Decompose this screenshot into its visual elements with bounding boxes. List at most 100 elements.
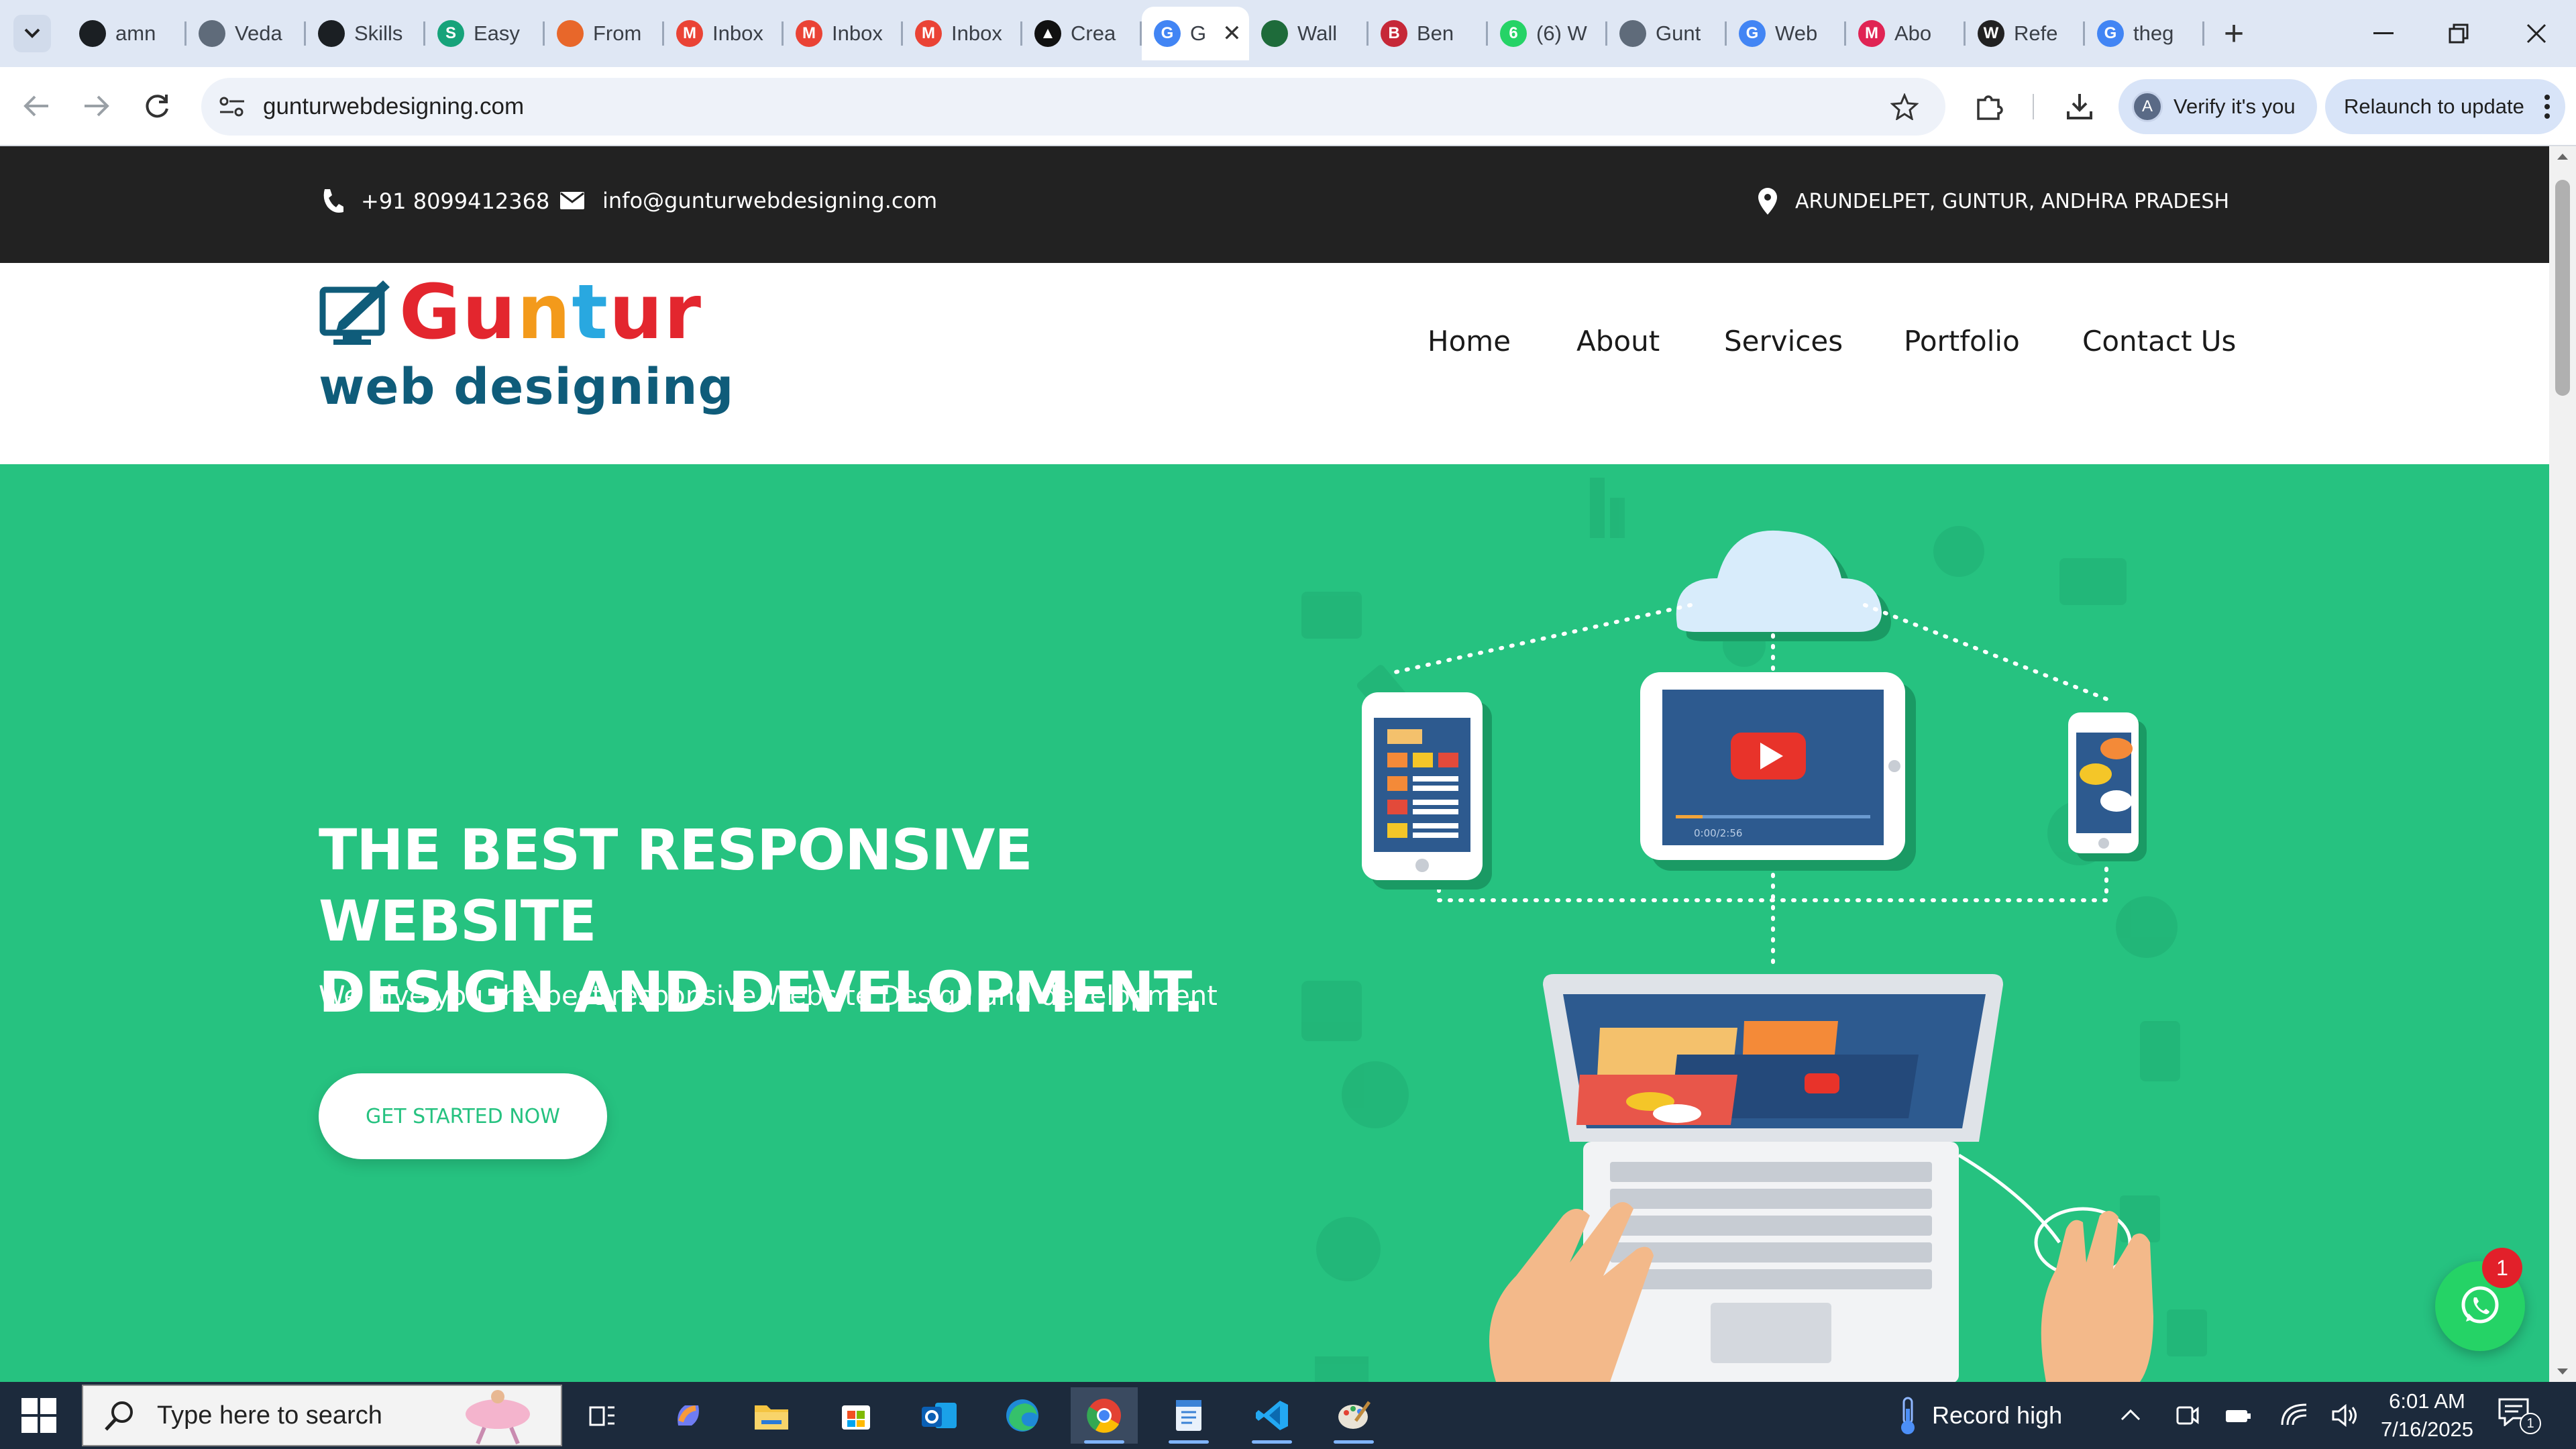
search-icon — [105, 1401, 133, 1431]
browser-tab[interactable]: From — [545, 7, 664, 60]
browser-tab[interactable]: M Abo — [1846, 7, 1966, 60]
nav-services[interactable]: Services — [1724, 325, 1843, 358]
copilot-app[interactable] — [655, 1387, 722, 1444]
vscode-app[interactable] — [1238, 1387, 1305, 1444]
kebab-menu-icon[interactable] — [2544, 93, 2551, 120]
tab-search-menu-button[interactable] — [13, 15, 51, 52]
email-address[interactable]: info@gunturwebdesigning.com — [602, 188, 937, 213]
outlook-icon — [922, 1403, 957, 1428]
downloads-button[interactable] — [2058, 85, 2101, 127]
site-info-icon[interactable] — [217, 93, 247, 120]
browser-tab[interactable]: ▲ Crea — [1022, 7, 1142, 60]
whatsapp-icon: 6 — [1500, 20, 1527, 47]
taskbar-search-box[interactable]: Type here to search — [82, 1385, 562, 1446]
phone-contact[interactable]: +91 8099412368 — [321, 188, 549, 215]
clock[interactable]: 6:01 AM 7/16/2025 — [2380, 1387, 2474, 1444]
thermometer-icon — [1901, 1397, 1915, 1434]
site-header: Guntur web designing Home About Services… — [0, 263, 2549, 464]
browser-tab[interactable]: M Inbox — [903, 7, 1022, 60]
toolbar-divider — [2033, 94, 2034, 119]
nav-portfolio[interactable]: Portfolio — [1904, 325, 2020, 358]
address-bar[interactable]: gunturwebdesigning.com — [201, 78, 1945, 136]
nav-about[interactable]: About — [1576, 325, 1660, 358]
browser-tab[interactable]: W Refe — [1966, 7, 2085, 60]
video-time: 0:00/2:56 — [1694, 827, 1742, 839]
nav-home[interactable]: Home — [1428, 325, 1511, 358]
phone-number[interactable]: +91 8099412368 — [361, 189, 549, 214]
browser-tab[interactable]: G Web — [1727, 7, 1846, 60]
forward-button[interactable] — [75, 85, 118, 127]
microsoft-store-app[interactable] — [822, 1387, 890, 1444]
extensions-button[interactable] — [1968, 85, 2011, 127]
speaker-volume-icon[interactable] — [2330, 1402, 2359, 1429]
browser-tab[interactable]: M Inbox — [784, 7, 903, 60]
tab-title: Gunt — [1656, 21, 1701, 45]
weather-widget[interactable]: Record high — [1896, 1395, 2062, 1436]
tab-title: From — [593, 21, 642, 45]
minimize-button[interactable] — [2353, 12, 2414, 55]
url-text[interactable]: gunturwebdesigning.com — [263, 93, 524, 120]
bookmark-star-icon[interactable] — [1890, 93, 1919, 120]
tab-title: Inbox — [832, 21, 883, 45]
restore-icon — [2449, 23, 2469, 44]
scrollbar-thumb[interactable] — [2555, 180, 2570, 396]
browser-tab[interactable]: 6 (6) W — [1488, 7, 1607, 60]
tab-title: Wall — [1297, 21, 1338, 45]
browser-tab[interactable]: B Ben — [1368, 7, 1488, 60]
scroll-down-icon[interactable] — [2556, 1367, 2569, 1377]
tab-title: Inbox — [951, 21, 1002, 45]
chevron-up-icon[interactable] — [2120, 1407, 2141, 1422]
nav-contact-us[interactable]: Contact Us — [2082, 325, 2236, 358]
meet-now-icon[interactable] — [2175, 1402, 2200, 1429]
relaunch-button[interactable]: Relaunch to update — [2325, 79, 2565, 134]
file-explorer-app[interactable] — [738, 1387, 805, 1444]
notification-center-button[interactable]: 1 — [2497, 1395, 2544, 1436]
tab-close-icon[interactable]: ✕ — [1222, 20, 1242, 47]
edge-app[interactable] — [989, 1387, 1056, 1444]
get-started-button[interactable]: GET STARTED NOW — [319, 1073, 607, 1159]
restore-button[interactable] — [2428, 12, 2489, 55]
close-window-button[interactable] — [2506, 12, 2567, 55]
outlook-app[interactable] — [906, 1387, 973, 1444]
email-contact[interactable]: info@gunturwebdesigning.com — [559, 188, 937, 213]
browser-tab[interactable]: Wall — [1249, 7, 1368, 60]
verify-account-button[interactable]: A Verify it's you — [2118, 79, 2317, 134]
windows-start-icon[interactable] — [20, 1397, 58, 1434]
w-brand-icon: W — [1978, 20, 2004, 47]
browser-tab[interactable]: amn — [67, 7, 186, 60]
gmail-icon: M — [676, 20, 703, 47]
browser-tab[interactable]: Veda — [186, 7, 306, 60]
new-tab-button[interactable]: + — [2215, 14, 2253, 53]
task-view-button[interactable] — [569, 1387, 636, 1444]
browser-tab[interactable]: S Easy — [425, 7, 545, 60]
verify-label: Verify it's you — [2174, 95, 2296, 118]
notepad-app[interactable] — [1155, 1387, 1222, 1444]
browser-tab[interactable]: M Inbox — [664, 7, 784, 60]
image-icon — [557, 20, 584, 47]
search-highlight-image — [466, 1390, 530, 1445]
browser-tab[interactable]: Gtheg — [2085, 7, 2204, 60]
tab-title: Abo — [1894, 21, 1932, 45]
chrome-app[interactable] — [1071, 1387, 1138, 1444]
location-info: ARUNDELPET, GUNTUR, ANDHRA PRADESH — [1758, 188, 2229, 215]
site-logo[interactable]: Guntur web designing — [319, 275, 734, 416]
scroll-up-icon[interactable] — [2556, 152, 2569, 161]
page-scrollbar[interactable] — [2549, 146, 2576, 1382]
profile-avatar: A — [2132, 91, 2163, 122]
responsive-design-illustration: 0:00/2:56 — [1301, 478, 2207, 1382]
store-icon — [842, 1405, 870, 1430]
browser-tab[interactable]: Gunt — [1607, 7, 1727, 60]
wifi-icon[interactable] — [2279, 1401, 2309, 1428]
back-button[interactable] — [15, 85, 58, 127]
edge-icon — [1006, 1399, 1038, 1432]
google-icon: G — [2097, 20, 2124, 47]
tab-title: amn — [115, 21, 156, 45]
logo-subtitle: web designing — [319, 358, 735, 416]
paint-app[interactable] — [1320, 1387, 1387, 1444]
tab-title: Easy — [474, 21, 520, 45]
battery-plug-icon[interactable] — [2223, 1403, 2253, 1428]
reload-button[interactable] — [136, 85, 178, 127]
tab-title: Crea — [1071, 21, 1116, 45]
browser-tab[interactable]: Skills — [306, 7, 425, 60]
browser-tab-active[interactable]: G G ✕ — [1142, 7, 1249, 60]
